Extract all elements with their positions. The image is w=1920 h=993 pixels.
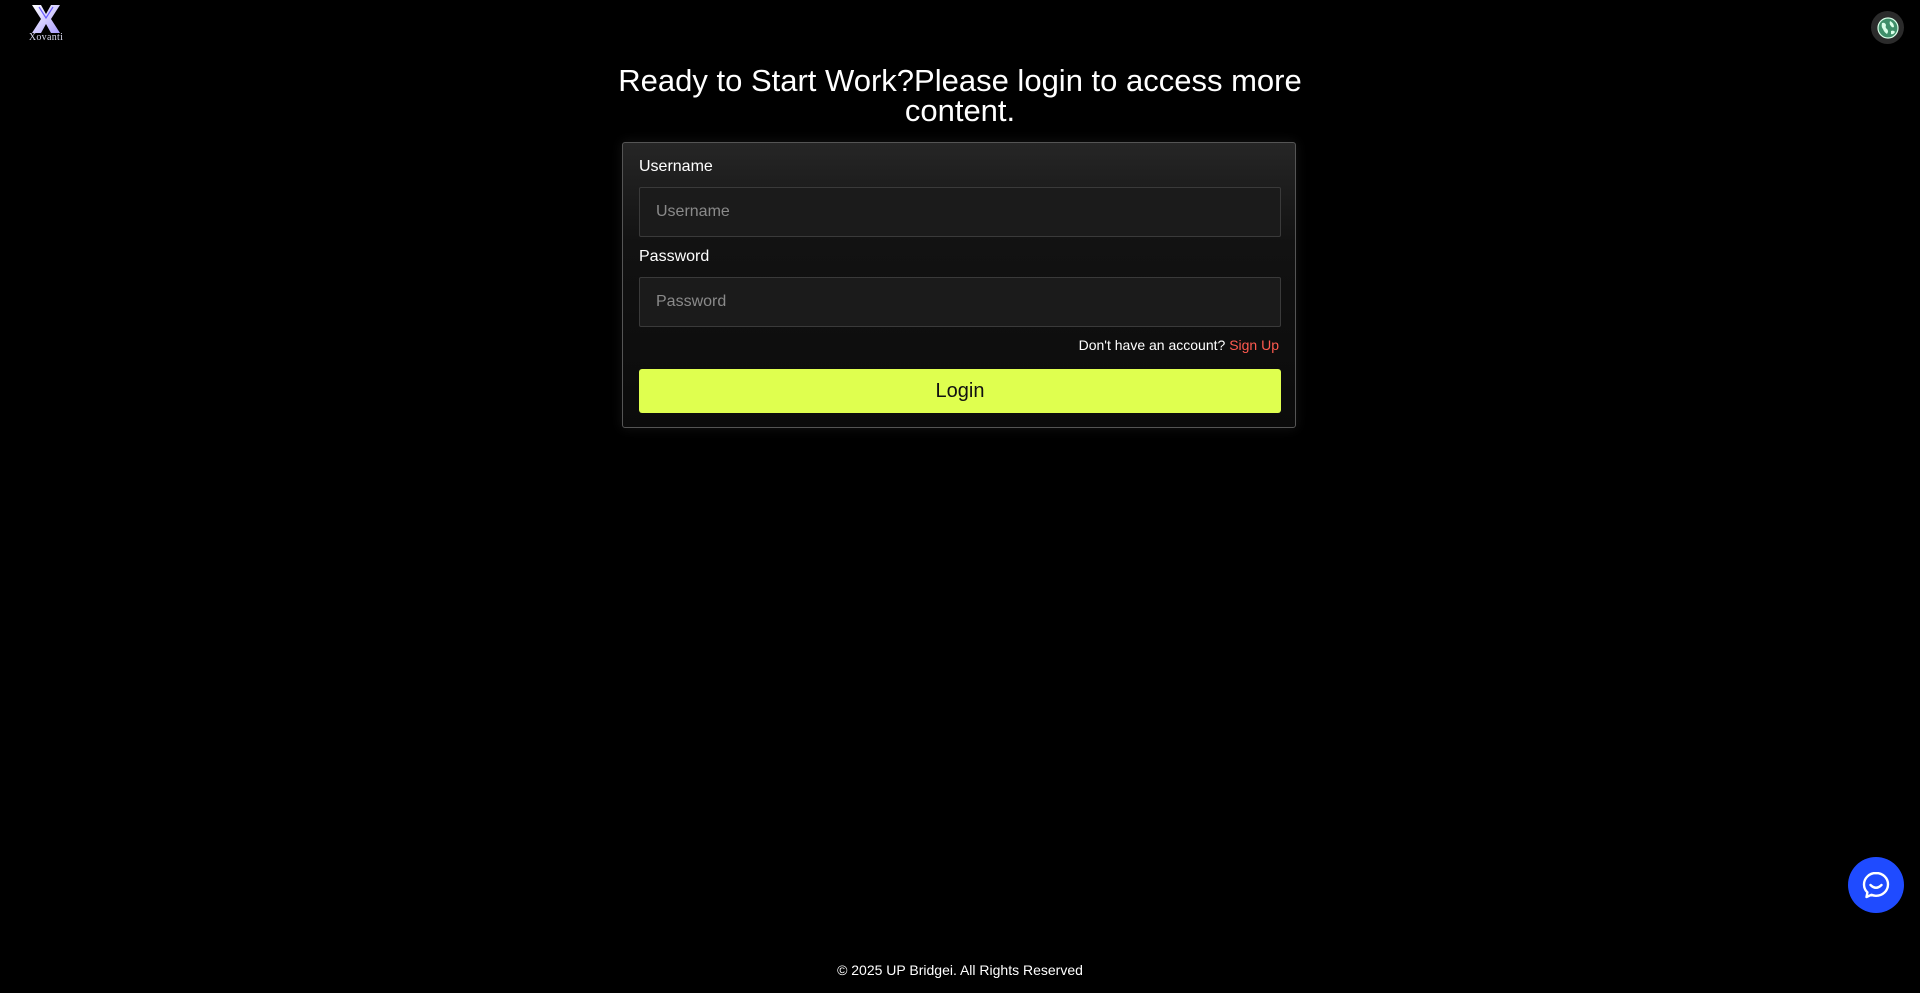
login-page: Xovanti Ready to Start Work?Please login… <box>0 0 1920 993</box>
signup-prompt: Don't have an account? <box>1078 337 1226 353</box>
login-form: Username Password Don't have an account?… <box>622 142 1296 428</box>
chat-icon <box>1862 871 1890 899</box>
password-label: Password <box>639 248 710 265</box>
username-label: Username <box>639 158 713 175</box>
password-input[interactable] <box>639 277 1281 327</box>
brand-name: Xovanti <box>28 32 64 43</box>
x-logo-icon <box>32 5 60 33</box>
username-input[interactable] <box>639 187 1281 237</box>
login-button[interactable]: Login <box>639 369 1281 413</box>
page-title: Ready to Start Work?Please login to acce… <box>618 63 1302 128</box>
brand-logo[interactable]: Xovanti <box>24 4 68 50</box>
chat-button[interactable] <box>1848 857 1904 913</box>
language-button[interactable] <box>1871 11 1904 44</box>
footer-copyright: © 2025 UP Bridgei. All Rights Reserved <box>837 962 1083 978</box>
signup-row: Don't have an account? Sign Up <box>1079 337 1279 353</box>
globe-icon <box>1876 16 1899 39</box>
signup-link[interactable]: Sign Up <box>1229 337 1279 353</box>
